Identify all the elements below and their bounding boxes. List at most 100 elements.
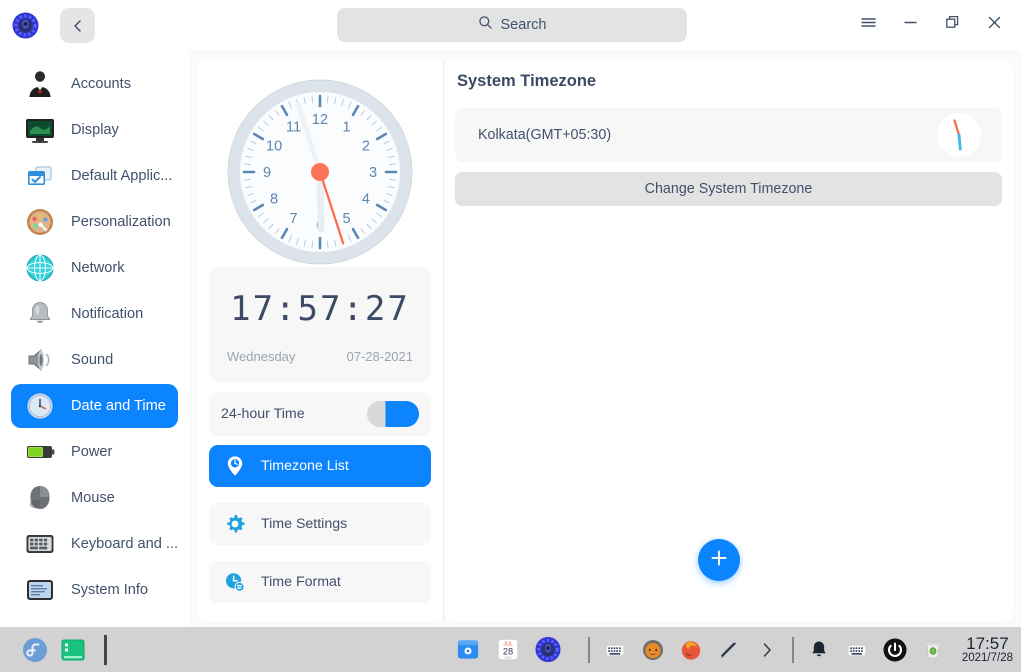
sidebar-item-default-applic[interactable]: Default Applic... bbox=[11, 154, 178, 198]
tray-separator-left bbox=[587, 636, 590, 663]
system-tray: 17:57 2021/7/28 bbox=[587, 633, 1013, 665]
24-hour-time-toggle[interactable] bbox=[367, 401, 419, 427]
keyboard-icon bbox=[23, 527, 57, 561]
power-button-icon[interactable] bbox=[882, 637, 908, 663]
firefox-icon[interactable] bbox=[678, 637, 704, 663]
analog-clock: 121234567891011 bbox=[197, 75, 443, 275]
app-window: Search Accounts Display Default Applic..… bbox=[0, 0, 1021, 672]
mouse-icon bbox=[23, 481, 57, 515]
sidebar-item-label: Keyboard and ... bbox=[71, 536, 179, 552]
search-input[interactable]: Search bbox=[337, 8, 687, 42]
sidebar-item-accounts[interactable]: Accounts bbox=[11, 62, 178, 106]
sidebar-item-system-info[interactable]: System Info bbox=[11, 568, 178, 612]
fedora-icon[interactable] bbox=[22, 637, 48, 663]
change-system-timezone-button[interactable]: Change System Timezone bbox=[455, 172, 1002, 206]
sidebar-item-personalization[interactable]: Personalization bbox=[11, 200, 178, 244]
sidebar-item-label: Mouse bbox=[71, 490, 115, 506]
toggle-knob bbox=[395, 403, 417, 425]
svg-text:1: 1 bbox=[342, 119, 350, 135]
sidebar-item-network[interactable]: Network bbox=[11, 246, 178, 290]
system-timezone-row[interactable]: Kolkata(GMT+05:30) bbox=[455, 108, 1002, 162]
power-icon bbox=[23, 435, 57, 469]
24-hour-time-label: 24-hour Time bbox=[221, 406, 305, 422]
onboard-keyboard-icon[interactable] bbox=[844, 637, 870, 663]
text-cursor bbox=[104, 634, 107, 665]
plus-icon bbox=[709, 548, 729, 573]
pen-icon[interactable] bbox=[716, 637, 742, 663]
change-button-label: Change System Timezone bbox=[644, 181, 813, 197]
sidebar-item-date-and-time[interactable]: Date and Time bbox=[11, 384, 178, 428]
sidebar-item-keyboard-and[interactable]: Keyboard and ... bbox=[11, 522, 178, 566]
tray-separator-right bbox=[791, 636, 794, 663]
store-icon[interactable] bbox=[455, 637, 481, 663]
digital-date-row: Wednesday 07-28-2021 bbox=[227, 349, 413, 364]
control-center-icon[interactable] bbox=[535, 636, 561, 663]
weekday-label: Wednesday bbox=[227, 349, 296, 364]
taskbar-clock-date: 2021/7/28 bbox=[961, 652, 1013, 665]
display-icon bbox=[23, 113, 57, 147]
maximize-button[interactable] bbox=[931, 4, 973, 46]
svg-text:9: 9 bbox=[263, 165, 271, 181]
svg-text:8: 8 bbox=[270, 192, 278, 208]
sidebar-item-notification[interactable]: Notification bbox=[11, 292, 178, 336]
nav-item-time-format[interactable]: Time Format bbox=[209, 561, 431, 603]
nav-item-timezone-list[interactable]: Timezone List bbox=[209, 445, 431, 487]
sidebar-item-label: Notification bbox=[71, 306, 144, 322]
menu-button[interactable] bbox=[847, 4, 889, 46]
gear-icon bbox=[223, 512, 247, 536]
sidebar-item-power[interactable]: Power bbox=[11, 430, 178, 474]
clock-panel: 121234567891011 17:57:27 Wednesday 07-28… bbox=[197, 60, 443, 622]
hamburger-menu-icon bbox=[860, 14, 877, 36]
date-and-time-icon bbox=[23, 389, 57, 423]
svg-text:10: 10 bbox=[266, 139, 282, 155]
sidebar-item-label: Display bbox=[71, 122, 119, 138]
nav-item-time-settings[interactable]: Time Settings bbox=[209, 503, 431, 545]
deepin-logo-icon bbox=[12, 12, 39, 39]
svg-text:2: 2 bbox=[362, 139, 370, 155]
close-button[interactable] bbox=[973, 4, 1015, 46]
taskbar-center: JUL 28 WED bbox=[455, 636, 561, 663]
mini-clock-icon bbox=[937, 113, 981, 157]
notification-bell-icon[interactable] bbox=[806, 637, 832, 663]
svg-text:3: 3 bbox=[369, 165, 377, 181]
svg-text:5: 5 bbox=[342, 211, 350, 227]
network-icon bbox=[23, 251, 57, 285]
nav-item-label: Time Format bbox=[261, 574, 341, 590]
sidebar-item-display[interactable]: Display bbox=[11, 108, 178, 152]
digital-time: 17:57:27 bbox=[230, 289, 410, 329]
page-title: System Timezone bbox=[457, 72, 597, 90]
window-controls bbox=[847, 0, 1015, 50]
24-hour-time-row: 24-hour Time bbox=[209, 392, 431, 436]
timezone-value: Kolkata(GMT+05:30) bbox=[478, 127, 612, 143]
svg-text:7: 7 bbox=[289, 211, 297, 227]
search-icon bbox=[478, 15, 493, 35]
accounts-icon bbox=[23, 67, 57, 101]
pumpkin-icon[interactable] bbox=[640, 637, 666, 663]
sidebar-item-label: Date and Time bbox=[71, 398, 166, 414]
svg-text:12: 12 bbox=[312, 112, 328, 128]
sidebar-item-mouse[interactable]: Mouse bbox=[11, 476, 178, 520]
maximize-restore-icon bbox=[944, 14, 961, 36]
default-applications-icon bbox=[23, 159, 57, 193]
nav-item-label: Time Settings bbox=[261, 516, 348, 532]
terminal-icon[interactable] bbox=[60, 637, 86, 663]
trash-icon[interactable] bbox=[920, 637, 946, 663]
main-content: System Timezone Kolkata(GMT+05:30) Chang… bbox=[444, 60, 1013, 622]
sidebar-item-label: Power bbox=[71, 444, 113, 460]
taskbar-clock-time: 17:57 bbox=[966, 633, 1009, 653]
close-icon bbox=[986, 14, 1003, 36]
sidebar-item-sound[interactable]: Sound bbox=[11, 338, 178, 382]
back-button[interactable] bbox=[60, 8, 95, 43]
keyboard-layout-icon[interactable] bbox=[602, 637, 628, 663]
taskbar-launchers bbox=[0, 634, 107, 665]
map-pin-clock-icon bbox=[223, 454, 247, 478]
calendar-icon[interactable]: JUL 28 WED bbox=[495, 637, 521, 663]
search-placeholder: Search bbox=[500, 17, 547, 33]
add-timezone-button[interactable] bbox=[698, 539, 740, 581]
chevron-left-icon bbox=[71, 19, 85, 33]
svg-text:11: 11 bbox=[286, 119, 301, 135]
taskbar-clock[interactable]: 17:57 2021/7/28 bbox=[961, 633, 1013, 665]
tray-expand-chevron-icon[interactable] bbox=[754, 637, 780, 663]
digital-clock-card: 17:57:27 Wednesday 07-28-2021 bbox=[209, 267, 431, 382]
minimize-button[interactable] bbox=[889, 4, 931, 46]
